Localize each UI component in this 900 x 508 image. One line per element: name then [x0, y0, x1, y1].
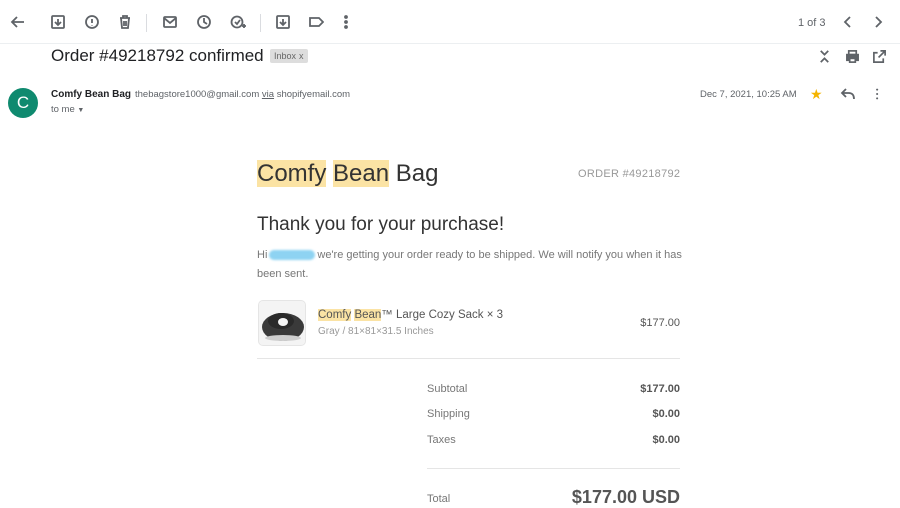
archive-icon[interactable]: [48, 12, 68, 32]
toolbar-separator: [146, 14, 147, 32]
open-new-window-icon[interactable]: [870, 47, 888, 65]
more-vert-icon[interactable]: [336, 12, 356, 32]
product-price: $177.00: [640, 317, 680, 329]
sender-address: thebagstore1000@gmail.com: [135, 89, 260, 100]
brand-word-1: Comfy: [257, 160, 327, 187]
label-icon[interactable]: [306, 12, 326, 32]
product-variant: Gray / 81×81×31.5 Inches: [318, 326, 434, 337]
product-image: [258, 300, 306, 346]
message-greeting: Hi: [257, 249, 268, 261]
toolbar: 1 of 3: [0, 0, 900, 44]
via-domain: shopifyemail.com: [276, 89, 351, 100]
email-date: Dec 7, 2021, 10:25 AM: [700, 89, 797, 100]
sender-email: thebagstore1000@gmail.com via shopifyema…: [135, 89, 350, 100]
order-message: Hi we're getting your order ready to be s…: [257, 246, 687, 284]
report-spam-icon[interactable]: [82, 12, 102, 32]
subtotal-label: Subtotal: [427, 383, 468, 395]
shipping-label: Shipping: [427, 408, 470, 420]
shipping-value: $0.00: [652, 408, 680, 420]
total-divider: [427, 468, 680, 469]
move-to-icon[interactable]: [273, 12, 293, 32]
redacted-name: [269, 250, 316, 261]
message-body: we're getting your order ready to be shi…: [257, 249, 682, 280]
recipient-details[interactable]: to me ▼: [51, 104, 84, 115]
back-arrow-icon[interactable]: [8, 12, 28, 32]
next-message-icon[interactable]: [868, 12, 888, 32]
snooze-icon[interactable]: [194, 12, 214, 32]
add-task-icon[interactable]: [228, 12, 248, 32]
recipient-label: to me: [51, 104, 75, 115]
collapse-all-icon[interactable]: [815, 47, 833, 65]
inbox-label-chip[interactable]: Inbox x: [270, 49, 308, 63]
toolbar-separator: [260, 14, 261, 32]
via-link[interactable]: via: [262, 89, 274, 100]
star-icon[interactable]: ★: [810, 86, 823, 103]
total-label: Total: [427, 493, 451, 505]
more-options-icon[interactable]: [871, 86, 885, 104]
reply-icon[interactable]: [840, 86, 858, 104]
product-word-1: Comfy: [318, 309, 352, 321]
product-word-2: Bean: [354, 309, 382, 321]
print-icon[interactable]: [843, 47, 861, 65]
sender-name[interactable]: Comfy Bean Bag: [51, 89, 131, 100]
mark-unread-icon[interactable]: [160, 12, 180, 32]
store-brand: Comfy Bean Bag: [257, 160, 438, 188]
brand-word-2: Bean: [333, 160, 390, 187]
product-title: Comfy Bean™ Large Cozy Sack × 3: [318, 309, 503, 321]
order-number: ORDER #49218792: [578, 168, 681, 180]
pager-count: 1 of 3: [798, 17, 826, 29]
brand-word-3: Bag: [395, 160, 439, 187]
taxes-label: Taxes: [427, 434, 456, 446]
sender-avatar[interactable]: C: [8, 88, 38, 118]
line-divider: [257, 358, 680, 359]
chevron-down-icon[interactable]: ▼: [77, 107, 84, 114]
taxes-value: $0.00: [652, 434, 680, 446]
product-name-rest: ™ Large Cozy Sack × 3: [381, 309, 504, 321]
thanks-heading: Thank you for your purchase!: [257, 214, 505, 235]
delete-icon[interactable]: [115, 12, 135, 32]
email-subject: Order #49218792 confirmed: [51, 46, 264, 65]
prev-message-icon[interactable]: [838, 12, 858, 32]
inbox-label-text: Inbox: [274, 51, 297, 61]
total-value: $177.00 USD: [571, 487, 680, 507]
remove-label-icon[interactable]: x: [299, 51, 304, 61]
subtotal-value: $177.00: [640, 383, 680, 395]
bean-bag-image: [259, 301, 305, 345]
